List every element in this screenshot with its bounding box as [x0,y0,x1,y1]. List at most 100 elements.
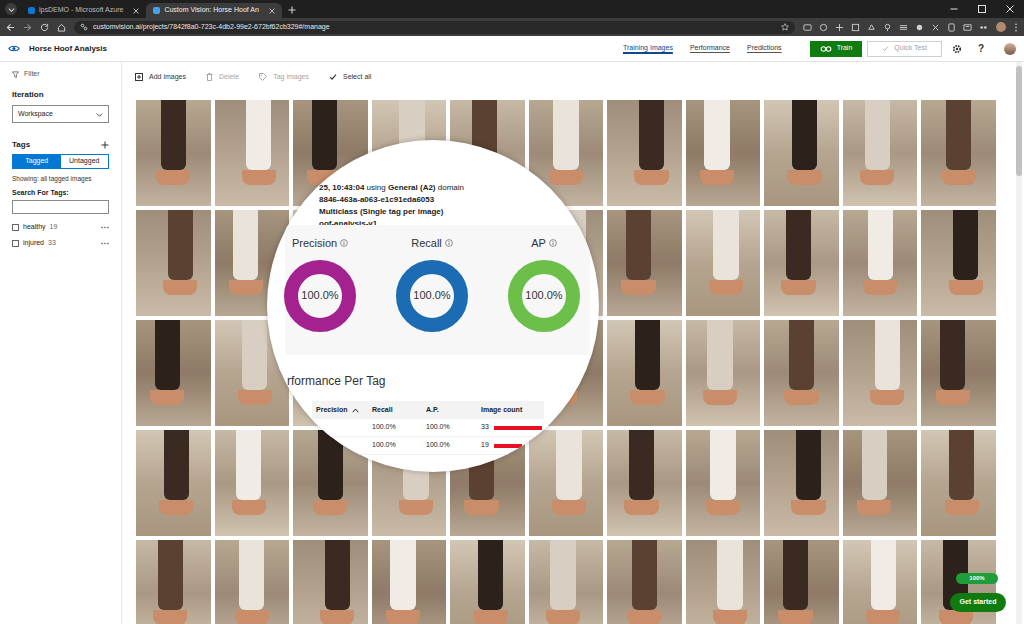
training-image[interactable] [843,430,918,536]
training-image[interactable] [921,100,996,206]
site-info-icon[interactable] [80,23,88,31]
toggle-option[interactable]: Untagged [61,155,109,168]
extension-icon[interactable] [819,23,828,32]
user-avatar[interactable] [1004,43,1016,55]
extension-icon[interactable] [835,23,844,32]
training-image[interactable] [921,320,996,426]
extension-icon[interactable] [915,23,924,32]
training-image[interactable] [686,430,761,536]
training-image[interactable] [607,320,682,426]
close-tab-icon[interactable] [269,8,275,14]
column-header[interactable]: Precision [316,405,372,416]
filter-button[interactable]: Filter [12,68,109,80]
settings-gear-icon[interactable] [952,44,962,54]
tag-row[interactable]: healthy19 [12,219,109,235]
tag-row[interactable]: injured33 [12,235,109,251]
training-image[interactable] [215,540,290,624]
training-image[interactable] [136,430,211,536]
help-button[interactable]: ? [978,41,984,56]
info-icon[interactable] [445,239,453,247]
add-tag-plus-icon[interactable] [101,141,109,149]
eye-logo-icon[interactable] [8,44,20,53]
training-image[interactable] [764,210,839,316]
quick-test-button[interactable]: Quick Test [867,41,942,57]
training-image[interactable] [686,100,761,206]
extension-icon[interactable] [851,23,860,32]
train-button[interactable]: Train [810,41,863,57]
toggle-option[interactable]: Tagged [13,155,61,168]
tag-checkbox[interactable] [12,240,19,247]
extension-icon[interactable] [947,23,956,32]
training-image[interactable] [607,430,682,536]
forward-icon[interactable] [23,23,32,32]
extension-icon[interactable] [931,23,940,32]
reload-icon[interactable] [40,23,49,32]
training-image[interactable] [686,320,761,426]
training-image[interactable] [921,210,996,316]
extension-icon[interactable] [883,23,892,32]
column-header[interactable]: Recall [372,405,426,416]
training-image[interactable] [686,210,761,316]
browser-tab[interactable]: lpsDEMO - Microsoft Azure [21,3,146,18]
extension-icon[interactable] [899,23,908,32]
nav-link[interactable]: Training Images [623,43,673,54]
training-image[interactable] [764,430,839,536]
training-image[interactable] [607,540,682,624]
training-image[interactable] [607,210,682,316]
scrollbar-thumb[interactable] [1016,66,1022,176]
training-image[interactable] [764,320,839,426]
training-image[interactable] [136,540,211,624]
nav-link[interactable]: Performance [690,43,730,54]
tag-checkbox[interactable] [12,224,19,231]
close-tab-icon[interactable] [133,8,139,14]
more-icon[interactable] [101,226,109,229]
training-image[interactable] [136,100,211,206]
toolbar-button[interactable]: Delete [206,72,239,83]
training-image[interactable] [843,210,918,316]
get-started-button[interactable]: Get started [950,593,1006,612]
back-icon[interactable] [6,23,15,32]
home-icon[interactable] [57,23,66,32]
toolbar-button[interactable]: Add images [135,72,186,83]
training-image[interactable] [293,540,368,624]
training-image[interactable] [215,100,290,206]
training-image[interactable] [136,320,211,426]
toolbar-button[interactable]: Select all [329,72,371,83]
address-field[interactable]: customvision.ai/projects/7842f8a0-723c-4… [74,21,795,34]
info-icon[interactable] [340,239,348,247]
iteration-dropdown[interactable]: Workspace [12,105,109,123]
nav-link[interactable]: Predictions [747,43,782,54]
maximize-button[interactable] [968,0,996,18]
minimize-button[interactable] [940,0,968,18]
more-icon[interactable] [101,242,109,245]
training-image[interactable] [843,540,918,624]
close-window-button[interactable] [996,0,1024,18]
training-image[interactable] [686,540,761,624]
extension-icon[interactable] [803,23,812,32]
tab-search-button[interactable] [5,3,17,15]
extension-icon[interactable] [963,23,972,32]
menu-icon[interactable] [1014,23,1018,32]
training-image[interactable] [921,430,996,536]
extension-icon[interactable] [867,23,876,32]
training-image[interactable] [529,430,604,536]
training-image[interactable] [450,540,525,624]
training-image[interactable] [843,100,918,206]
info-icon[interactable] [549,239,557,247]
new-tab-button[interactable] [286,4,298,16]
training-image[interactable] [607,100,682,206]
training-image[interactable] [215,430,290,536]
scrollbar[interactable] [1016,62,1022,624]
training-image[interactable] [764,100,839,206]
training-image[interactable] [764,540,839,624]
toolbar-button[interactable]: Tag images [259,72,309,83]
column-header[interactable]: Image count [481,405,544,416]
bookmark-star-icon[interactable] [781,23,789,31]
profile-avatar[interactable] [996,22,1006,32]
extension-icon[interactable] [979,23,988,32]
tag-search-input[interactable] [12,200,109,214]
training-image[interactable] [136,210,211,316]
training-image[interactable] [843,320,918,426]
browser-tab[interactable]: Custom Vision: Horse Hoof An [146,3,281,18]
training-image[interactable] [372,540,447,624]
